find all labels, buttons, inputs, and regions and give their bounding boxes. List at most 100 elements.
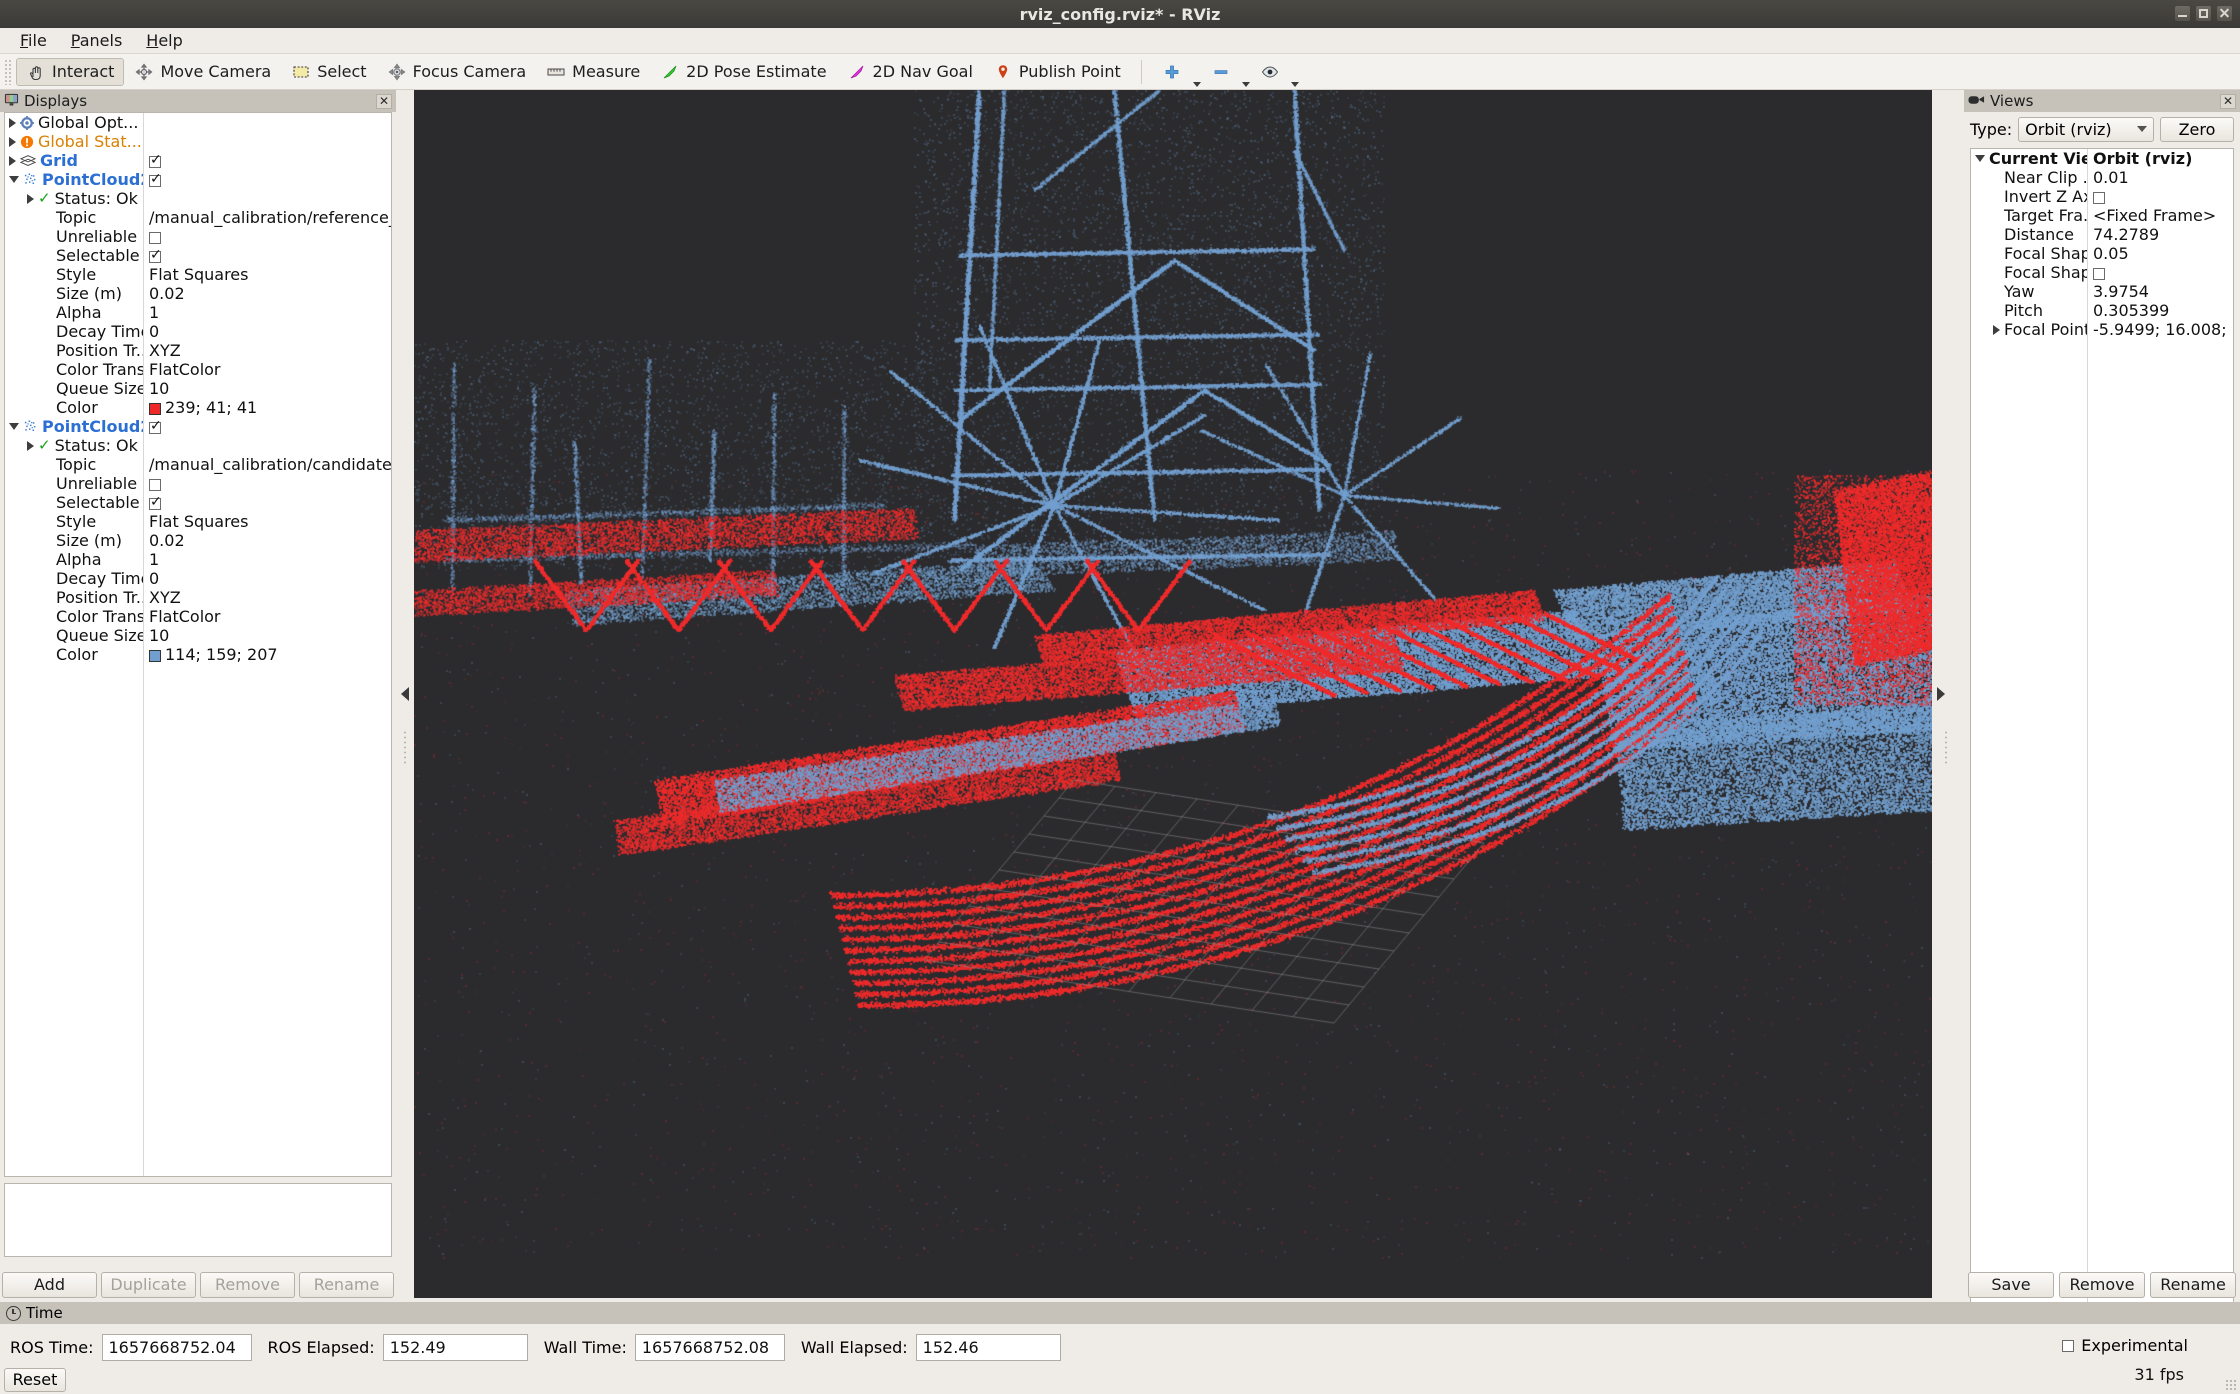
display-property-row[interactable]: ✓ Status: Ok xyxy=(5,436,391,455)
property-value-cell[interactable]: 0.305399 xyxy=(2087,301,2233,320)
property-checkbox[interactable] xyxy=(149,419,162,434)
property-value-cell[interactable] xyxy=(143,151,391,170)
display-property-row[interactable]: Topic/manual_calibration/reference_cl... xyxy=(5,208,391,227)
menu-help[interactable]: Help xyxy=(134,29,194,52)
display-property-row[interactable]: Unreliable xyxy=(5,227,391,246)
color-swatch[interactable] xyxy=(149,649,161,662)
property-value-cell[interactable] xyxy=(143,493,391,512)
display-property-row[interactable]: Grid xyxy=(5,151,391,170)
column-separator[interactable] xyxy=(143,113,144,1176)
chevron-right-icon[interactable] xyxy=(9,117,16,128)
tool-2d-nav-goal[interactable]: 2D Nav Goal xyxy=(837,58,983,86)
display-property-row[interactable]: Decay Time 0 xyxy=(5,569,391,588)
property-value-cell[interactable] xyxy=(2087,263,2233,282)
visibility-dropdown-arrow[interactable] xyxy=(1290,82,1299,87)
display-property-row[interactable]: Selectable xyxy=(5,493,391,512)
display-property-row[interactable]: Global Opt... xyxy=(5,113,391,132)
chevron-down-icon[interactable] xyxy=(9,423,19,430)
display-property-row[interactable]: Topic/manual_calibration/candidate_cl... xyxy=(5,455,391,474)
property-value-cell[interactable]: 0.02 xyxy=(143,531,391,550)
display-property-row[interactable]: PointCloud2 xyxy=(5,417,391,436)
right-splitter[interactable] xyxy=(1932,90,1950,1298)
tool-select[interactable]: Select xyxy=(281,58,376,86)
view-property-row[interactable]: Target Fra...<Fixed Frame> xyxy=(1971,206,2233,225)
display-property-row[interactable]: Alpha 1 xyxy=(5,550,391,569)
ros-time-input[interactable]: 1657668752.04 xyxy=(101,1334,252,1361)
chevron-right-icon[interactable] xyxy=(27,440,34,451)
pointcloud-canvas[interactable] xyxy=(414,90,1932,1298)
view-property-row[interactable]: Invert Z Axis xyxy=(1971,187,2233,206)
display-property-row[interactable]: Style Flat Squares xyxy=(5,512,391,531)
property-value-cell[interactable]: XYZ xyxy=(143,588,391,607)
view-property-row[interactable]: Focal Shap... xyxy=(1971,263,2233,282)
experimental-checkbox[interactable] xyxy=(2062,1339,2075,1352)
property-value-cell[interactable]: /manual_calibration/candidate_cl... xyxy=(143,455,391,474)
property-value-cell[interactable]: 114; 159; 207 xyxy=(143,645,391,664)
chevron-down-icon[interactable] xyxy=(9,176,19,183)
left-splitter[interactable] xyxy=(396,90,414,1298)
display-property-row[interactable]: Size (m) 0.02 xyxy=(5,284,391,303)
property-value-cell[interactable]: -5.9499; 16.008; ... xyxy=(2087,320,2233,339)
property-checkbox[interactable] xyxy=(2093,191,2105,204)
view-property-row[interactable]: Yaw 3.9754 xyxy=(1971,282,2233,301)
remove-panel-dropdown-arrow[interactable] xyxy=(1241,82,1250,87)
property-value-cell[interactable]: 0.05 xyxy=(2087,244,2233,263)
3d-render-view[interactable] xyxy=(414,90,1932,1298)
close-window-button[interactable] xyxy=(2217,6,2232,21)
view-property-row[interactable]: Pitch 0.305399 xyxy=(1971,301,2233,320)
display-property-row[interactable]: Color Trans...FlatColor xyxy=(5,360,391,379)
rename-display-button[interactable]: Rename xyxy=(299,1272,394,1298)
display-property-row[interactable]: ✓ Status: Ok xyxy=(5,189,391,208)
tool-focus-camera[interactable]: Focus Camera xyxy=(377,58,537,86)
property-value-cell[interactable] xyxy=(143,170,391,189)
chevron-right-icon[interactable] xyxy=(9,155,16,166)
tool-measure[interactable]: Measure xyxy=(536,58,650,86)
property-value-cell[interactable]: FlatColor xyxy=(143,607,391,626)
property-value-cell[interactable] xyxy=(143,246,391,265)
close-icon[interactable]: ✕ xyxy=(2220,93,2236,109)
display-property-row[interactable]: Global Stat... xyxy=(5,132,391,151)
property-checkbox[interactable] xyxy=(149,478,161,491)
view-property-row[interactable]: Focal Shap...0.05 xyxy=(1971,244,2233,263)
toolbar-drag-handle[interactable] xyxy=(4,58,12,85)
property-checkbox[interactable] xyxy=(149,153,162,168)
tool-remove-panel[interactable] xyxy=(1201,58,1241,86)
view-property-row[interactable]: Current ViewOrbit (rviz) xyxy=(1971,149,2233,168)
display-property-row[interactable]: Position Tr... XYZ xyxy=(5,341,391,360)
menu-file[interactable]: File xyxy=(8,29,59,52)
display-property-row[interactable]: Size (m) 0.02 xyxy=(5,531,391,550)
collapse-views-arrow[interactable] xyxy=(1937,687,1945,701)
duplicate-display-button[interactable]: Duplicate xyxy=(101,1272,196,1298)
ros-elapsed-input[interactable]: 152.49 xyxy=(382,1334,528,1361)
display-property-row[interactable]: Unreliable xyxy=(5,474,391,493)
add-display-button[interactable]: Add xyxy=(2,1272,97,1298)
property-checkbox[interactable] xyxy=(149,248,162,263)
property-value-cell[interactable]: /manual_calibration/reference_cl... xyxy=(143,208,391,227)
property-checkbox[interactable] xyxy=(149,495,162,510)
property-value-cell[interactable]: Orbit (rviz) xyxy=(2087,149,2233,168)
property-value-cell[interactable]: 10 xyxy=(143,626,391,645)
chevron-right-icon[interactable] xyxy=(1993,324,2000,335)
left-splitter-grip[interactable] xyxy=(403,730,407,764)
wall-time-input[interactable]: 1657668752.08 xyxy=(634,1334,785,1361)
remove-view-button[interactable]: Remove xyxy=(2059,1272,2145,1298)
view-type-select[interactable]: Orbit (rviz) xyxy=(2018,116,2154,142)
property-value-cell[interactable]: 74.2789 xyxy=(2087,225,2233,244)
reset-button[interactable]: Reset xyxy=(4,1368,66,1392)
property-value-cell[interactable]: 3.9754 xyxy=(2087,282,2233,301)
view-property-row[interactable]: Near Clip ...0.01 xyxy=(1971,168,2233,187)
minimize-button[interactable] xyxy=(2175,6,2190,21)
property-value-cell[interactable]: <Fixed Frame> xyxy=(2087,206,2233,225)
property-value-cell[interactable] xyxy=(143,227,391,246)
column-separator[interactable] xyxy=(2087,149,2088,1327)
display-property-row[interactable]: Style Flat Squares xyxy=(5,265,391,284)
tool-publish-point[interactable]: Publish Point xyxy=(983,58,1131,86)
property-value-cell[interactable] xyxy=(143,189,391,208)
property-value-cell[interactable]: Flat Squares xyxy=(143,265,391,284)
property-value-cell[interactable] xyxy=(2087,187,2233,206)
property-checkbox[interactable] xyxy=(149,172,162,187)
display-property-row[interactable]: Color 114; 159; 207 xyxy=(5,645,391,664)
zero-button[interactable]: Zero xyxy=(2160,116,2234,142)
view-property-row[interactable]: Focal Point -5.9499; 16.008; ... xyxy=(1971,320,2233,339)
tool-add-panel[interactable] xyxy=(1152,58,1192,86)
